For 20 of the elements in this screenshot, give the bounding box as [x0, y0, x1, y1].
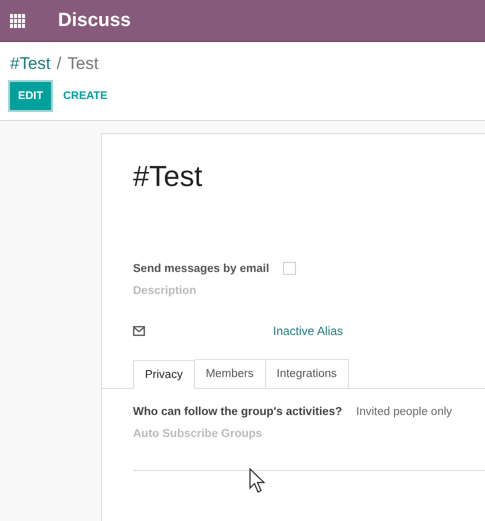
app-title: Discuss	[58, 10, 131, 32]
field-label: Send messages by email	[133, 262, 270, 274]
record-title: #Test	[133, 161, 204, 194]
mouse-cursor-icon	[249, 468, 267, 494]
breadcrumb-link[interactable]: #Test	[10, 54, 51, 74]
field-label: Who can follow the group's activities?	[133, 406, 342, 418]
field-label: Auto Subscribe Groups	[133, 428, 262, 440]
checkbox[interactable]	[283, 262, 296, 275]
create-button[interactable]: CREATE	[55, 82, 116, 110]
tab[interactable]: Privacy	[133, 360, 195, 389]
tab[interactable]: Members	[194, 359, 266, 388]
alias-link[interactable]: Inactive Alias	[273, 324, 344, 338]
field-value: Invited people only	[356, 406, 452, 418]
breadcrumb-separator: /	[56, 54, 62, 74]
tab[interactable]: Integrations	[266, 359, 349, 388]
apps-menu-icon[interactable]	[10, 14, 26, 28]
breadcrumb-current: Test	[67, 54, 99, 74]
envelope-icon	[133, 326, 145, 336]
edit-button[interactable]: EDIT	[10, 82, 52, 110]
field-label: Description	[133, 285, 196, 297]
